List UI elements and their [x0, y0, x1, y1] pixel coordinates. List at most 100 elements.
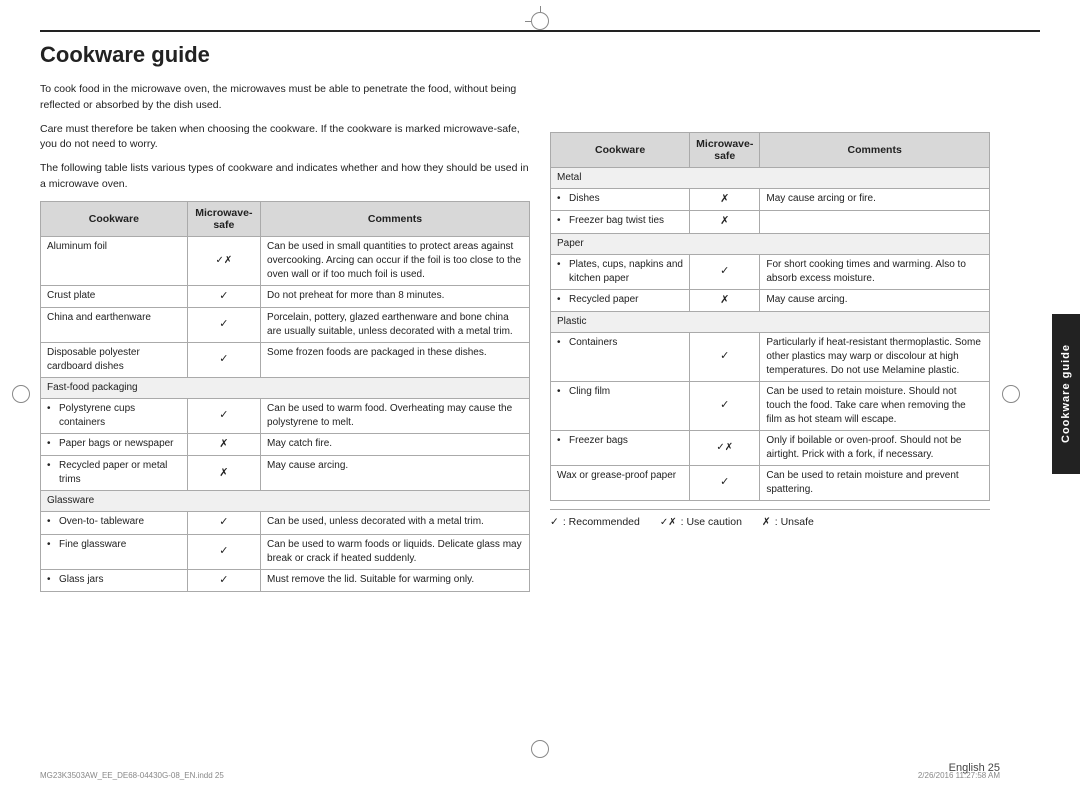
category-row: Glassware: [41, 491, 530, 512]
category-row: Fast-food packaging: [41, 377, 530, 398]
col-header-microwave-safe: Microwave- safe: [187, 201, 260, 236]
table-row: •Fine glassware ✓ Can be used to warm fo…: [41, 534, 530, 569]
microwave-safe-symbol: ✗: [187, 456, 260, 491]
cookware-name: •Freezer bags: [551, 431, 690, 466]
cookware-name: •Cling film: [551, 382, 690, 431]
recommended-label: : Recommended: [563, 516, 640, 528]
table-row: •Recycled paper or metal trims ✗ May cau…: [41, 456, 530, 491]
microwave-safe-symbol: ✓: [187, 307, 260, 342]
cookware-name: •Freezer bag twist ties: [551, 211, 690, 233]
comment: Only if boilable or oven-proof. Should n…: [760, 431, 990, 466]
comment: May cause arcing.: [261, 456, 530, 491]
comment: Can be used, unless decorated with a met…: [261, 512, 530, 534]
microwave-safe-symbol: ✓: [187, 342, 260, 377]
comment: Do not preheat for more than 8 minutes.: [261, 285, 530, 307]
target-top-icon: [531, 12, 549, 30]
category-name: Paper: [551, 233, 990, 254]
table-row: Crust plate ✓ Do not preheat for more th…: [41, 285, 530, 307]
cookware-name: •Glass jars: [41, 569, 188, 591]
intro-p1: To cook food in the microwave oven, the …: [40, 82, 530, 114]
cookware-name: •Recycled paper: [551, 289, 690, 311]
cookware-name: •Containers: [551, 333, 690, 382]
unsafe-symbol: ✗: [762, 516, 771, 528]
comment: Can be used in small quantities to prote…: [261, 236, 530, 285]
table-row: •Glass jars ✓ Must remove the lid. Suita…: [41, 569, 530, 591]
target-bottom-icon: [531, 740, 549, 758]
microwave-safe-symbol: ✗: [187, 433, 260, 455]
category-name: Metal: [551, 168, 990, 189]
cookware-name: •Dishes: [551, 189, 690, 211]
cookware-name: Wax or grease-proof paper: [551, 466, 690, 501]
table-row: •Oven-to- tableware ✓ Can be used, unles…: [41, 512, 530, 534]
comment: May catch fire.: [261, 433, 530, 455]
footer-file: MG23K3503AW_EE_DE68-04430G-08_EN.indd 25: [40, 771, 224, 780]
right-table: Cookware Microwave- safe Comments Metal …: [550, 132, 990, 501]
cookware-name: •Plates, cups, napkins and kitchen paper: [551, 254, 690, 289]
cookware-name: Aluminum foil: [41, 236, 188, 285]
table-row: Disposable polyester cardboard dishes ✓ …: [41, 342, 530, 377]
microwave-safe-symbol: ✓: [187, 569, 260, 591]
cookware-name: China and earthenware: [41, 307, 188, 342]
page-container: Cookware guide Cookware guide To cook fo…: [0, 0, 1080, 788]
table-row: •Freezer bag twist ties ✗: [551, 211, 990, 233]
table-row: China and earthenware ✓ Porcelain, potte…: [41, 307, 530, 342]
col-header-microwave-safe-r: Microwave- safe: [690, 133, 760, 168]
comment: Can be used to warm foods or liquids. De…: [261, 534, 530, 569]
microwave-safe-symbol: ✓: [187, 398, 260, 433]
cookware-name: Disposable polyester cardboard dishes: [41, 342, 188, 377]
legend-unsafe: ✗ : Unsafe: [762, 516, 814, 528]
comment: Can be used to warm food. Overheating ma…: [261, 398, 530, 433]
table-row: Wax or grease-proof paper ✓ Can be used …: [551, 466, 990, 501]
table-row: Aluminum foil ✓✗ Can be used in small qu…: [41, 236, 530, 285]
legend-row: ✓ : Recommended ✓✗ : Use caution ✗ : Uns…: [550, 509, 990, 528]
microwave-safe-symbol: ✓: [690, 254, 760, 289]
microwave-safe-symbol: ✗: [690, 211, 760, 233]
left-table: Cookware Microwave- safe Comments Alumin…: [40, 201, 530, 593]
table-row: •Cling film ✓ Can be used to retain mois…: [551, 382, 990, 431]
microwave-safe-symbol: ✓: [187, 512, 260, 534]
intro-p3: The following table lists various types …: [40, 161, 530, 193]
category-row: Plastic: [551, 312, 990, 333]
comment: May cause arcing.: [760, 289, 990, 311]
microwave-safe-symbol: ✓✗: [187, 236, 260, 285]
cookware-name: •Fine glassware: [41, 534, 188, 569]
cookware-name: Crust plate: [41, 285, 188, 307]
col-header-cookware-r: Cookware: [551, 133, 690, 168]
table-row: •Plates, cups, napkins and kitchen paper…: [551, 254, 990, 289]
comment: [760, 211, 990, 233]
col-header-cookware: Cookware: [41, 201, 188, 236]
comment: Can be used to retain moisture and preve…: [760, 466, 990, 501]
left-column: To cook food in the microwave oven, the …: [40, 82, 530, 592]
table-row: •Polystyrene cups containers ✓ Can be us…: [41, 398, 530, 433]
col-header-comments: Comments: [261, 201, 530, 236]
microwave-safe-symbol: ✓: [187, 534, 260, 569]
cookware-name: •Recycled paper or metal trims: [41, 456, 188, 491]
table-row: •Dishes ✗ May cause arcing or fire.: [551, 189, 990, 211]
comment: Can be used to retain moisture. Should n…: [760, 382, 990, 431]
page-title: Cookware guide: [40, 42, 1040, 68]
category-row: Metal: [551, 168, 990, 189]
table-row: •Freezer bags ✓✗ Only if boilable or ove…: [551, 431, 990, 466]
side-tab: Cookware guide: [1052, 314, 1080, 474]
cookware-name: •Oven-to- tableware: [41, 512, 188, 534]
comment: Must remove the lid. Suitable for warmin…: [261, 569, 530, 591]
table-row: •Containers ✓ Particularly if heat-resis…: [551, 333, 990, 382]
microwave-safe-symbol: ✓: [690, 333, 760, 382]
intro-p2: Care must therefore be taken when choosi…: [40, 122, 530, 154]
microwave-safe-symbol: ✓: [690, 466, 760, 501]
comment: Porcelain, pottery, glazed earthenware a…: [261, 307, 530, 342]
right-column: Cookware Microwave- safe Comments Metal …: [550, 82, 990, 592]
category-name: Fast-food packaging: [41, 377, 530, 398]
microwave-safe-symbol: ✓✗: [690, 431, 760, 466]
comment: Some frozen foods are packaged in these …: [261, 342, 530, 377]
microwave-safe-symbol: ✓: [187, 285, 260, 307]
use-caution-symbol: ✓✗: [660, 517, 677, 528]
comment: For short cooking times and warming. Als…: [760, 254, 990, 289]
use-caution-label: : Use caution: [681, 516, 742, 528]
content-wrapper: To cook food in the microwave oven, the …: [40, 82, 1040, 592]
legend-recommended: ✓ : Recommended: [550, 516, 640, 528]
footer-date: 2/26/2016 11:27:58 AM: [918, 771, 1000, 780]
comment: May cause arcing or fire.: [760, 189, 990, 211]
microwave-safe-symbol: ✗: [690, 289, 760, 311]
recommended-symbol: ✓: [550, 516, 559, 528]
